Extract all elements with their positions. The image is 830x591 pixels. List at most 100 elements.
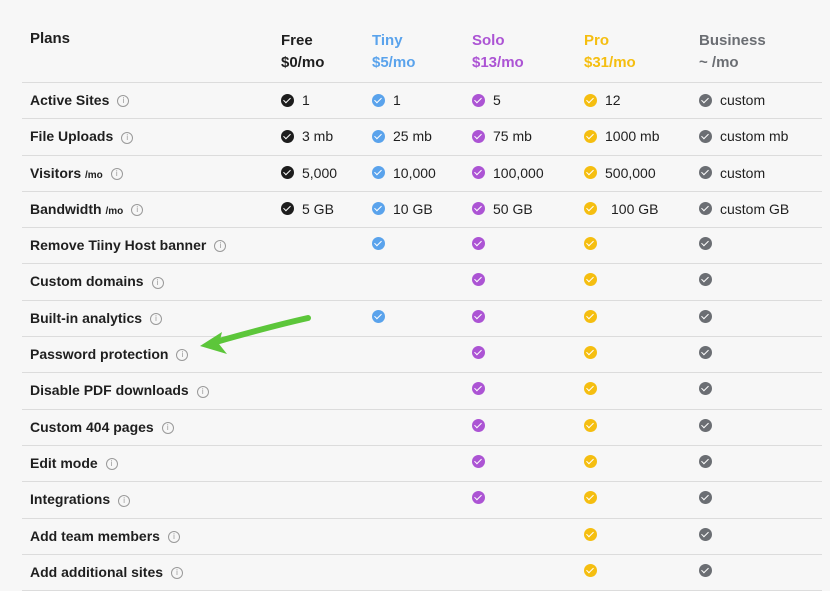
- cell-pro: [584, 527, 605, 541]
- cell-pro: [584, 491, 605, 505]
- feature-name: Password protection: [30, 346, 169, 363]
- check-icon: [699, 129, 712, 143]
- info-icon[interactable]: i: [161, 421, 174, 434]
- table-row: Active Sites i 1 1 5 12 custom: [22, 83, 822, 120]
- check-icon: [699, 563, 712, 577]
- check-icon: [699, 418, 712, 432]
- check-icon: [584, 491, 597, 505]
- feature-name: Bandwidth: [30, 200, 102, 217]
- cell-business: [699, 309, 720, 323]
- check-icon: [699, 273, 712, 287]
- feature-name: Edit mode: [30, 454, 98, 471]
- info-icon[interactable]: i: [150, 313, 163, 326]
- cell-business: [699, 563, 720, 577]
- cell-pro: [584, 309, 605, 323]
- cell-pro: [584, 454, 605, 468]
- check-icon: [472, 202, 485, 216]
- feature-name: Integrations: [30, 491, 111, 508]
- info-icon[interactable]: i: [121, 131, 134, 144]
- check-icon: [472, 237, 485, 251]
- info-icon[interactable]: i: [176, 349, 189, 362]
- cell-business: [699, 346, 720, 360]
- feature-name: Custom 404 pages: [30, 418, 154, 435]
- feature-label: File Uploads i: [30, 128, 134, 145]
- info-icon[interactable]: i: [118, 494, 131, 507]
- table-row: Add additional sites i: [22, 555, 822, 591]
- table-row: Built-in analytics i: [22, 301, 822, 338]
- plan-tiny-header: Tiny $5/mo: [372, 30, 415, 74]
- cell-value: 500,000: [605, 164, 656, 181]
- check-icon: [584, 418, 597, 432]
- cell-solo: [472, 382, 493, 396]
- feature-label: Add additional sites i: [30, 564, 184, 580]
- feature-name: Disable PDF downloads: [30, 382, 189, 399]
- check-icon: [372, 202, 385, 216]
- cell-business: [699, 527, 720, 541]
- check-icon: [281, 166, 294, 180]
- check-icon: [472, 166, 485, 180]
- feature-label: Disable PDF downloads i: [30, 382, 209, 398]
- check-icon: [584, 527, 597, 541]
- cell-pro: [584, 346, 605, 360]
- feature-name: Remove Tiiny Host banner: [30, 237, 207, 254]
- info-icon[interactable]: i: [171, 567, 184, 580]
- table-row: Bandwidth /mo i 5 GB 10 GB 50 GB 100 GB custom…: [22, 192, 822, 229]
- info-icon[interactable]: i: [131, 204, 144, 217]
- check-icon: [699, 491, 712, 505]
- plan-name: Tiny: [372, 32, 403, 49]
- check-icon: [584, 346, 597, 360]
- cell-value: 5 GB: [302, 200, 334, 217]
- feature-name: Custom domains: [30, 273, 144, 290]
- cell-value: custom: [720, 92, 766, 108]
- feature-label: Custom 404 pages i: [30, 419, 174, 435]
- cell-business: custom: [699, 165, 765, 181]
- cell-tiny: 10 GB: [372, 201, 433, 217]
- check-icon: [372, 237, 385, 251]
- cell-solo: [472, 273, 493, 287]
- info-icon[interactable]: i: [151, 276, 164, 289]
- cell-free: 1: [281, 92, 310, 108]
- cell-business: custom: [699, 92, 765, 108]
- cell-value: 50 GB: [493, 200, 533, 217]
- cell-tiny: [372, 309, 393, 323]
- cell-tiny: 1: [372, 92, 401, 108]
- plan-price: $0/mo: [281, 54, 325, 71]
- cell-business: [699, 237, 720, 251]
- check-icon: [584, 382, 597, 396]
- info-icon[interactable]: i: [167, 530, 180, 543]
- check-icon: [472, 273, 485, 287]
- cell-business: custom GB: [699, 201, 789, 217]
- cell-pro: [584, 382, 605, 396]
- info-icon[interactable]: i: [196, 385, 209, 398]
- cell-business: custom mb: [699, 128, 788, 144]
- table-row: Custom 404 pages i: [22, 410, 822, 446]
- info-icon[interactable]: i: [117, 95, 130, 108]
- cell-value: 1: [393, 92, 401, 108]
- cell-business: [699, 491, 720, 505]
- check-icon: [472, 129, 485, 143]
- table-row: Integrations i: [22, 482, 822, 519]
- check-icon: [472, 346, 485, 360]
- check-icon: [372, 166, 385, 180]
- check-icon: [372, 129, 385, 143]
- info-icon[interactable]: i: [110, 167, 123, 180]
- feature-unit: /mo: [85, 169, 103, 181]
- info-icon[interactable]: i: [214, 240, 227, 253]
- feature-name: Built-in analytics: [30, 309, 143, 326]
- cell-solo: [472, 309, 493, 323]
- cell-solo: 50 GB: [472, 201, 533, 217]
- check-icon: [472, 93, 485, 107]
- check-icon: [281, 93, 294, 107]
- info-icon[interactable]: i: [105, 458, 118, 471]
- feature-name: File Uploads: [30, 128, 114, 145]
- feature-label: Custom domains i: [30, 273, 164, 289]
- feature-name: Add team members: [30, 527, 160, 544]
- cell-pro: [584, 418, 605, 432]
- cell-free: 5 GB: [281, 201, 334, 217]
- plan-price: $31/mo: [584, 54, 636, 71]
- cell-value: custom mb: [720, 128, 789, 145]
- pricing-table: Plans Free $0/mo Tiny $5/mo Solo $13/mo …: [22, 20, 822, 591]
- check-icon: [699, 454, 712, 468]
- check-icon: [584, 166, 597, 180]
- cell-value: 10 GB: [393, 200, 433, 217]
